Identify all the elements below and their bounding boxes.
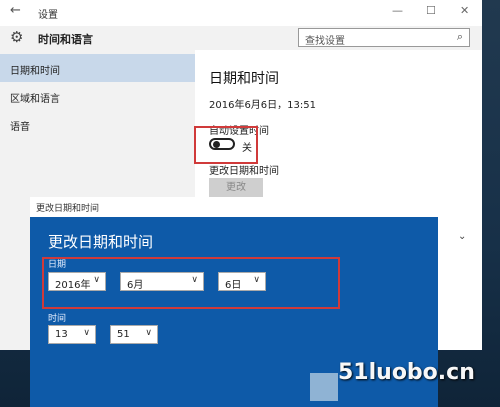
gear-icon: ⚙ (10, 28, 24, 46)
hour-value: 13 (55, 329, 68, 340)
highlight-box-date (42, 257, 340, 309)
window-title: 设置 (38, 10, 58, 21)
back-icon[interactable]: ← (10, 3, 21, 18)
minute-value: 51 (117, 329, 130, 340)
maximize-button[interactable]: ☐ (426, 4, 436, 17)
minimize-button[interactable]: — (392, 4, 403, 17)
hour-select[interactable]: 13 ∨ (48, 325, 96, 344)
minute-select[interactable]: 51 ∨ (110, 325, 158, 344)
chevron-down-icon: ∨ (145, 328, 152, 338)
close-button[interactable]: ✕ (460, 4, 469, 17)
highlight-box-toggle (194, 126, 258, 164)
change-button[interactable]: 更改 (209, 178, 263, 198)
page-title: 时间和语言 (38, 33, 93, 46)
chevron-down-icon: ⌄ (458, 231, 467, 242)
sidebar-item-region-language[interactable]: 区域和语言 (0, 82, 195, 110)
dialog-title: 更改日期和时间 (36, 204, 100, 214)
title-bar: ← 设置 — ☐ ✕ (0, 0, 482, 26)
chevron-down-icon: ∨ (83, 328, 90, 338)
search-placeholder: 查找设置 (305, 36, 345, 47)
sidebar-item-date-time[interactable]: 日期和时间 (0, 54, 195, 82)
dialog-button-partial[interactable] (310, 373, 338, 401)
section-heading: 日期和时间 (209, 71, 279, 87)
dialog-title-bar: 更改日期和时间 (30, 197, 438, 217)
search-icon[interactable]: ⌕ (457, 30, 463, 44)
dialog-heading: 更改日期和时间 (48, 233, 154, 251)
search-input[interactable]: 查找设置 ⌕ (298, 28, 470, 47)
current-datetime: 2016年6月6日，13:51 (209, 100, 316, 111)
time-label: 时间 (48, 314, 67, 324)
change-datetime-label: 更改日期和时间 (209, 166, 279, 177)
watermark: 51luobo.cn (338, 360, 475, 385)
sidebar-item-speech[interactable]: 语音 (0, 110, 195, 138)
